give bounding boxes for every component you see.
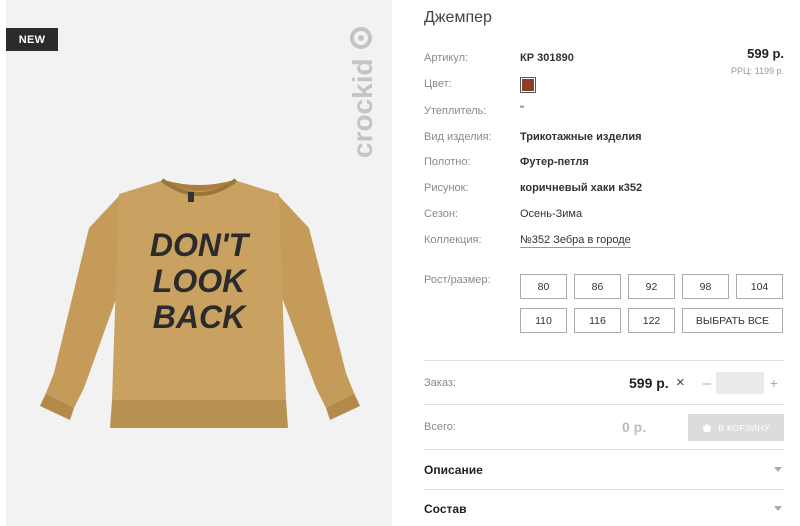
divider (424, 449, 784, 450)
attr-value-season: Осень-Зима (520, 208, 583, 220)
product-price: 599 р. (747, 46, 784, 61)
brand-logo: crockid (342, 24, 382, 164)
size-button-92[interactable]: 92 (628, 274, 675, 299)
svg-text:crockid: crockid (347, 58, 378, 158)
divider (424, 404, 784, 405)
color-swatch[interactable] (520, 77, 536, 93)
order-price: 599 р. (629, 375, 669, 391)
attr-label-fabric: Полотно: (424, 156, 471, 168)
print-line-1: DON'T (150, 227, 251, 263)
attr-value-fabric: Футер-петля (520, 156, 589, 168)
attr-label-collection: Коллекция: (424, 234, 482, 246)
attr-label-type: Вид изделия: (424, 131, 492, 143)
size-button-104[interactable]: 104 (736, 274, 783, 299)
print-line-3: BACK (153, 299, 248, 335)
size-button-80[interactable]: 80 (520, 274, 567, 299)
quantity-increase-button[interactable]: + (765, 372, 783, 394)
size-button-110[interactable]: 110 (520, 308, 567, 333)
new-badge: NEW (6, 28, 58, 51)
attr-label-insulation: Утеплитель: (424, 105, 487, 117)
attr-label-season: Сезон: (424, 208, 458, 220)
product-photo: DON'T LOOK BACK (40, 178, 360, 428)
divider (424, 489, 784, 490)
attr-label-color: Цвет: (424, 78, 452, 90)
recommended-price: РРЦ: 1199 р. (730, 66, 784, 76)
size-button-116[interactable]: 116 (574, 308, 621, 333)
size-button-86[interactable]: 86 (574, 274, 621, 299)
total-label: Всего: (424, 421, 456, 433)
size-label: Рост/размер: (424, 274, 491, 286)
chevron-down-icon[interactable] (774, 467, 782, 472)
size-button-98[interactable]: 98 (682, 274, 729, 299)
cart-icon (703, 423, 712, 432)
total-value: 0 р. (622, 419, 647, 435)
collection-link[interactable]: №352 Зебра в городе (520, 234, 631, 248)
print-line-2: LOOK (153, 263, 248, 299)
size-button-122[interactable]: 122 (628, 308, 675, 333)
attr-label-article: Артикул: (424, 52, 469, 64)
attr-value-pattern: коричневый хаки к352 (520, 182, 643, 194)
attr-value-insulation: " (520, 104, 524, 116)
attr-value-article: КР 301890 (520, 52, 574, 64)
multiply-icon: × (676, 374, 685, 391)
divider (424, 360, 784, 361)
product-info: Джемпер 599 р. РРЦ: 1199 р. Артикул: КР … (424, 0, 784, 526)
chevron-down-icon[interactable] (774, 506, 782, 511)
product-image-panel[interactable]: NEW crockid DON'T LOOK BACK (6, 0, 392, 526)
attr-value-type: Трикотажные изделия (520, 131, 642, 143)
select-all-sizes-button[interactable]: ВЫБРАТЬ ВСЕ (682, 308, 783, 333)
composition-accordion[interactable]: Состав (424, 502, 466, 516)
add-to-cart-button[interactable]: В КОРЗИНУ (688, 414, 784, 441)
order-label: Заказ: (424, 377, 456, 389)
quantity-decrease-button[interactable]: – (698, 372, 716, 394)
attr-label-pattern: Рисунок: (424, 182, 469, 194)
quantity-input[interactable] (716, 372, 764, 394)
description-accordion[interactable]: Описание (424, 463, 483, 477)
product-title: Джемпер (424, 9, 492, 26)
add-to-cart-label: В КОРЗИНУ (718, 422, 770, 433)
